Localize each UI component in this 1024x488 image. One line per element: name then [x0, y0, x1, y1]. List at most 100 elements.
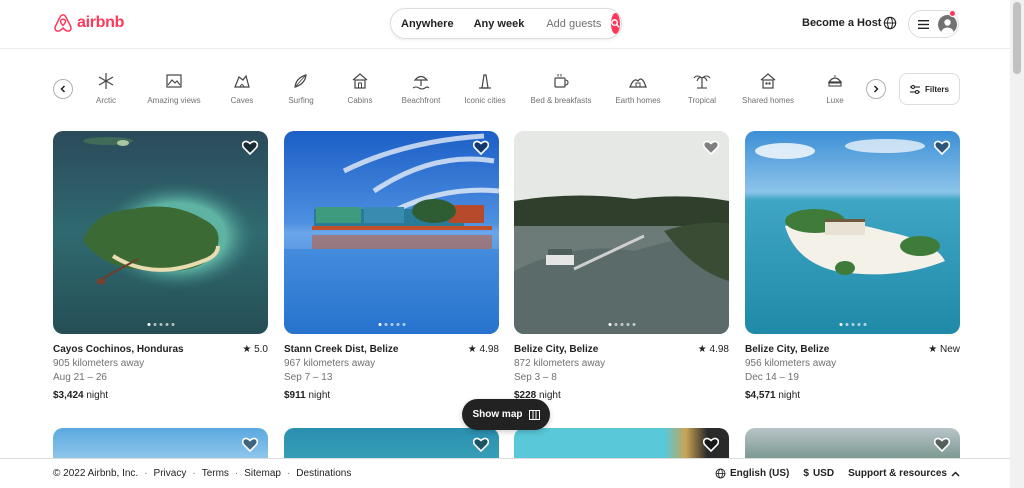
support-label: Support & resources	[848, 468, 947, 479]
category-label: Tropical	[687, 96, 717, 105]
become-host-link[interactable]: Become a Host	[802, 17, 881, 29]
category-iconic-cities[interactable]: Iconic cities	[450, 70, 520, 105]
carousel-dots	[608, 323, 635, 326]
category-label: Cabins	[347, 96, 373, 105]
carousel-dots	[378, 323, 405, 326]
listing-info: Cayos Cochinos, Honduras ★ 5.0 905 kilom…	[53, 343, 268, 403]
search-any-week[interactable]: Any week	[464, 18, 535, 30]
star-icon: ★	[242, 344, 252, 355]
hamburger-icon	[918, 19, 929, 29]
listing-card[interactable]: Belize City, Belize ★ New 956 kilometers…	[745, 131, 960, 403]
search-anywhere[interactable]: Anywhere	[391, 18, 464, 30]
footer-link-sitemap[interactable]: Sitemap	[244, 468, 281, 479]
support-resources-button[interactable]: Support & resources	[848, 468, 960, 479]
scrollbar-thumb[interactable]	[1013, 2, 1021, 74]
search-bar[interactable]: Anywhere Any week Add guests	[390, 8, 622, 39]
category-bar: Arctic Amazing views Caves Surfing Cabin…	[53, 70, 960, 110]
heart-icon[interactable]	[473, 140, 489, 155]
view-icon	[166, 74, 182, 88]
footer-link-privacy[interactable]: Privacy	[154, 468, 187, 479]
category-beachfront[interactable]: Beachfront	[386, 70, 456, 105]
show-map-button[interactable]: Show map	[462, 399, 550, 430]
listing-info: Belize City, Belize ★ 4.98 872 kilometer…	[514, 343, 729, 403]
heart-icon[interactable]	[242, 140, 258, 155]
listing-price: $911 night	[284, 390, 331, 401]
star-icon: ★	[467, 344, 477, 355]
chevron-up-icon	[951, 470, 960, 477]
currency-symbol: $	[803, 468, 809, 479]
search-icon	[611, 19, 620, 28]
heart-icon[interactable]	[242, 437, 258, 452]
category-label: Iconic cities	[464, 96, 506, 105]
heart-icon[interactable]	[934, 437, 950, 452]
category-shared-homes[interactable]: Shared homes	[733, 70, 803, 105]
listing-distance: 967 kilometers away	[284, 358, 376, 369]
heart-icon[interactable]	[934, 140, 950, 155]
category-luxe[interactable]: Luxe	[800, 70, 870, 105]
airbnb-logo-icon	[54, 14, 72, 32]
language-label: English (US)	[729, 468, 790, 479]
palm-icon	[693, 75, 711, 89]
listing-info: Stann Creek Dist, Belize ★ 4.98 967 kilo…	[284, 343, 499, 403]
listing-rating: ★ New	[928, 344, 960, 355]
category-tropical[interactable]: Tropical	[667, 70, 737, 105]
footer-settings: English (US) $ USD Support & resources	[715, 468, 960, 479]
chevron-left-icon	[60, 85, 66, 93]
chevron-right-icon	[873, 85, 879, 93]
page: airbnb Anywhere Any week Add guests Beco…	[0, 0, 1024, 488]
copyright-text: © 2022 Airbnb, Inc.	[53, 468, 139, 479]
listing-dates: Sep 7 – 13	[284, 372, 333, 383]
page-scrollbar[interactable]	[1010, 0, 1024, 488]
category-arctic[interactable]: Arctic	[71, 70, 141, 105]
category-cabins[interactable]: Cabins	[325, 70, 395, 105]
language-selector[interactable]: English (US)	[715, 468, 789, 479]
heart-icon[interactable]	[473, 437, 489, 452]
luxe-icon	[827, 75, 843, 87]
filters-button[interactable]: Filters	[899, 73, 960, 105]
avatar-icon	[938, 14, 957, 34]
filters-label: Filters	[924, 84, 949, 94]
cave-icon	[234, 74, 250, 88]
listing-photo[interactable]	[284, 131, 499, 334]
listing-distance: 905 kilometers away	[53, 358, 145, 369]
heart-icon[interactable]	[703, 140, 719, 155]
coffee-icon	[554, 74, 569, 88]
category-label: Luxe	[826, 96, 844, 105]
category-earth-homes[interactable]: Earth homes	[603, 70, 673, 105]
carousel-dots	[147, 323, 174, 326]
listing-info: Belize City, Belize ★ New 956 kilometers…	[745, 343, 960, 403]
globe-icon[interactable]	[883, 16, 897, 30]
listing-dates: Aug 21 – 26	[53, 372, 107, 383]
globe-icon	[715, 468, 726, 479]
category-label: Caves	[230, 96, 254, 105]
listing-price: $228 night	[514, 390, 561, 401]
listing-card[interactable]: Cayos Cochinos, Honduras ★ 5.0 905 kilom…	[53, 131, 268, 403]
airbnb-logo[interactable]: airbnb	[53, 12, 124, 34]
category-prev-button[interactable]	[53, 79, 73, 99]
category-next-button[interactable]	[866, 79, 886, 99]
listing-card[interactable]: Belize City, Belize ★ 4.98 872 kilometer…	[514, 131, 729, 403]
currency-selector[interactable]: $ USD	[803, 468, 834, 479]
listing-photo[interactable]	[53, 131, 268, 334]
listing-price: $3,424 night	[53, 390, 109, 401]
earth-home-icon	[629, 78, 647, 88]
footer-link-terms[interactable]: Terms	[202, 468, 229, 479]
search-add-guests[interactable]: Add guests	[534, 18, 611, 30]
heart-icon[interactable]	[703, 437, 719, 452]
top-header: airbnb Anywhere Any week Add guests Beco…	[0, 0, 1010, 49]
category-amazing-views[interactable]: Amazing views	[139, 70, 209, 105]
category-bed-breakfasts[interactable]: Bed & breakfasts	[526, 70, 596, 105]
category-label: Bed & breakfasts	[530, 96, 592, 105]
listing-rating: ★ 4.98	[697, 344, 729, 355]
category-label: Beachfront	[401, 96, 441, 105]
search-button[interactable]	[611, 13, 621, 34]
snowflake-icon	[98, 73, 114, 89]
listing-photo[interactable]	[745, 131, 960, 334]
footer-link-destinations[interactable]: Destinations	[296, 468, 351, 479]
map-icon	[528, 409, 540, 420]
listing-photo[interactable]	[514, 131, 729, 334]
category-label: Shared homes	[741, 96, 795, 105]
island-photo	[53, 131, 268, 334]
carousel-dots	[839, 323, 866, 326]
listing-card[interactable]: Stann Creek Dist, Belize ★ 4.98 967 kilo…	[284, 131, 499, 403]
